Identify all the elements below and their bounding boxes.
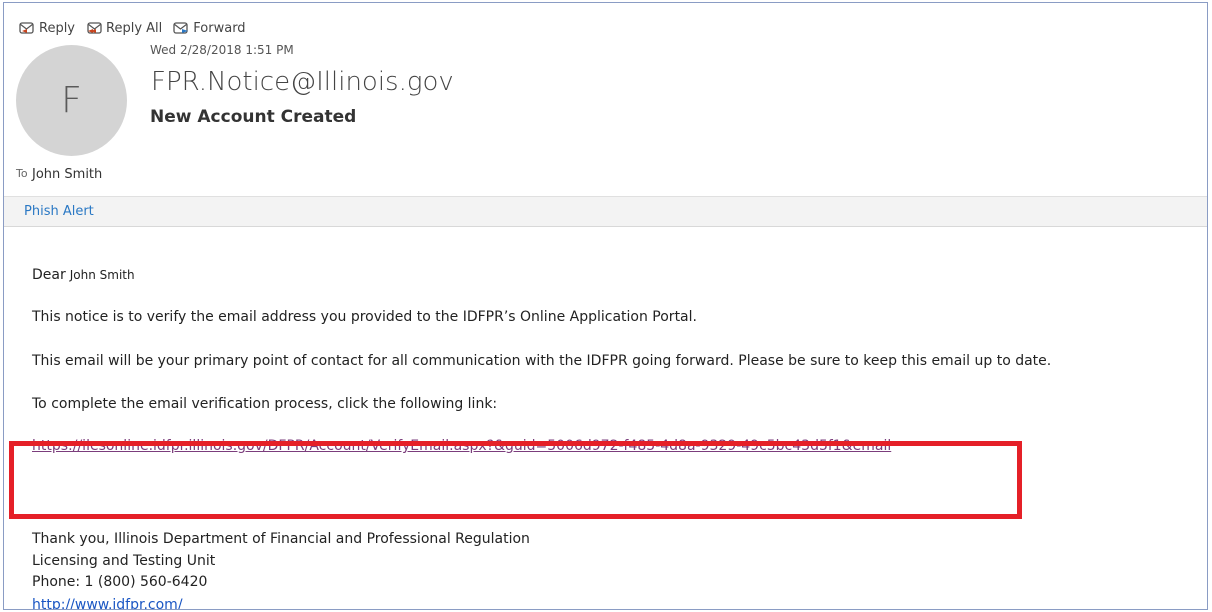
- body-line-2: This email will be your primary point of…: [32, 353, 1052, 369]
- body-line-3: To complete the email verification proce…: [32, 396, 498, 412]
- reply-icon: [19, 22, 34, 34]
- reply-label: Reply: [39, 20, 76, 36]
- website-link[interactable]: http://www.idfpr.com/: [32, 597, 183, 609]
- reply-button[interactable]: Reply: [18, 20, 75, 36]
- reply-all-icon: [87, 22, 102, 34]
- addin-bar: Phish Alert: [4, 196, 1207, 227]
- message-date: Wed 2/28/2018 1:51 PM: [150, 43, 294, 57]
- forward-label: Forward: [193, 20, 246, 36]
- phone-line: Phone: 1 (800) 560-6420: [32, 574, 208, 590]
- forward-button[interactable]: Forward: [172, 20, 246, 36]
- reply-all-button[interactable]: Reply All: [85, 20, 162, 36]
- greeting: Dear: [32, 267, 66, 283]
- recipient-name[interactable]: John Smith: [32, 167, 102, 182]
- body-line-1: This notice is to verify the email addre…: [32, 309, 697, 325]
- message-toolbar: Reply Reply All Forward: [18, 17, 246, 39]
- phish-alert-button[interactable]: Phish Alert: [24, 204, 94, 219]
- greeting-line: Dear John Smith: [32, 267, 135, 283]
- greeting-name: John Smith: [69, 268, 135, 282]
- forward-icon: [173, 22, 189, 34]
- highlight-box: [9, 441, 1022, 519]
- signoff-line: Thank you, Illinois Department of Financ…: [32, 531, 530, 547]
- unit-line: Licensing and Testing Unit: [32, 553, 216, 569]
- reply-all-label: Reply All: [106, 20, 163, 36]
- sender-address[interactable]: FPR.Notice@Illinois.gov: [151, 67, 454, 97]
- message-subject: New Account Created: [150, 107, 357, 127]
- to-label: To: [16, 167, 28, 180]
- sender-avatar: F: [16, 45, 127, 156]
